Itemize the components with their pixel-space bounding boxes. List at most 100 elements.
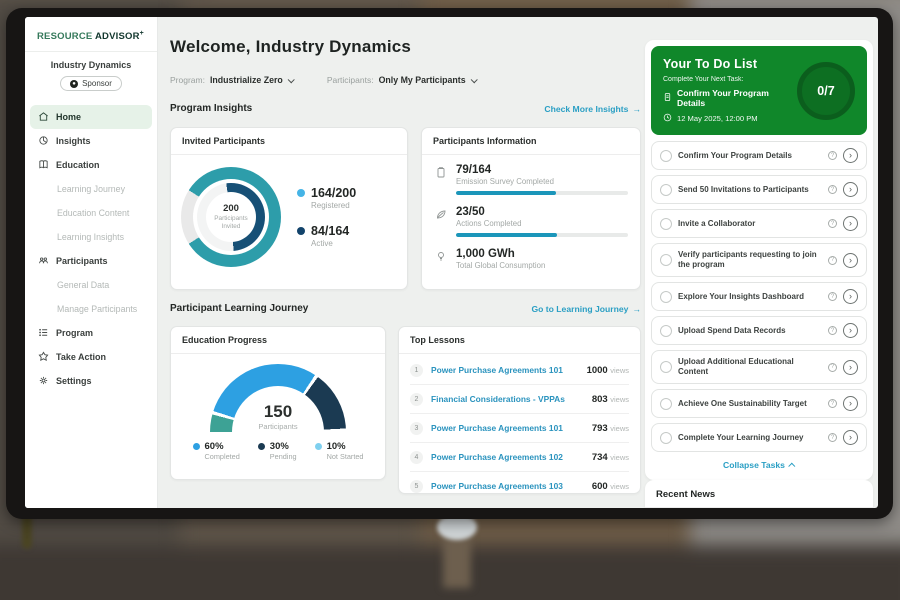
chevron-right-icon[interactable]: › bbox=[843, 148, 858, 163]
sidebar-item-take-action[interactable]: Take Action bbox=[30, 345, 152, 369]
info-icon[interactable]: ? bbox=[828, 256, 837, 265]
task-complete-learning-journey[interactable]: Complete Your Learning Journey ? › bbox=[651, 423, 867, 452]
lesson-link[interactable]: Power Purchase Agreements 101 bbox=[431, 365, 579, 375]
chevron-right-icon[interactable]: › bbox=[843, 360, 858, 375]
participants-dropdown[interactable]: Participants: Only My Participants bbox=[327, 75, 476, 85]
sidebar-item-education[interactable]: Education bbox=[30, 153, 152, 177]
collapse-tasks-link[interactable]: Collapse Tasks bbox=[651, 452, 867, 474]
task-label: Verify participants requesting to join t… bbox=[678, 250, 822, 270]
lesson-row: 5 Power Purchase Agreements 103 600 view… bbox=[410, 472, 629, 500]
legend-item-registered: 164/200 Registered bbox=[297, 186, 356, 210]
legend-value: 10% bbox=[327, 441, 364, 452]
arrow-right-icon: → bbox=[632, 104, 641, 114]
info-icon[interactable]: ? bbox=[828, 185, 837, 194]
lesson-row: 4 Power Purchase Agreements 102 734 view… bbox=[410, 443, 629, 472]
task-checkbox[interactable] bbox=[660, 254, 672, 266]
gauge-value: 150 bbox=[258, 402, 297, 422]
todo-panel: Your To Do List Complete Your Next Task:… bbox=[645, 40, 873, 480]
task-verify-participants[interactable]: Verify participants requesting to join t… bbox=[651, 243, 867, 277]
card-title: Participants Information bbox=[422, 128, 640, 155]
info-label: Emission Survey Completed bbox=[456, 177, 628, 186]
task-checkbox[interactable] bbox=[660, 432, 672, 444]
info-row-consumption: 1,000 GWh Total Global Consumption bbox=[434, 248, 628, 270]
legend-value: 84/164 bbox=[311, 224, 349, 238]
chevron-right-icon[interactable]: › bbox=[843, 289, 858, 304]
task-checkbox[interactable] bbox=[660, 325, 672, 337]
info-icon[interactable]: ? bbox=[828, 399, 837, 408]
task-confirm-program-details[interactable]: Confirm Your Program Details ? › bbox=[651, 141, 867, 170]
sidebar-item-label: Learning Journey bbox=[57, 184, 125, 194]
chevron-right-icon[interactable]: › bbox=[843, 323, 858, 338]
lesson-link[interactable]: Power Purchase Agreements 101 bbox=[431, 423, 584, 433]
info-icon[interactable]: ? bbox=[828, 151, 837, 160]
plant-leaf bbox=[22, 515, 32, 549]
invited-donut-wrap: 200 Participants Invited 164/200 Registe… bbox=[171, 155, 407, 279]
info-icon[interactable]: ? bbox=[828, 326, 837, 335]
legend-label: Active bbox=[311, 239, 349, 248]
lesson-link[interactable]: Financial Considerations - VPPAs bbox=[431, 394, 584, 404]
sidebar-item-label: Education Content bbox=[57, 208, 129, 218]
sidebar-item-label: Learning Insights bbox=[57, 232, 124, 242]
task-explore-insights[interactable]: Explore Your Insights Dashboard ? › bbox=[651, 282, 867, 311]
check-more-insights-link[interactable]: Check More Insights → bbox=[544, 104, 641, 114]
legend-value: 164/200 bbox=[311, 186, 356, 200]
lesson-link[interactable]: Power Purchase Agreements 102 bbox=[431, 452, 584, 462]
chevron-right-icon[interactable]: › bbox=[843, 253, 858, 268]
program-list-icon bbox=[38, 327, 49, 340]
task-checkbox[interactable] bbox=[660, 184, 672, 196]
chevron-right-icon[interactable]: › bbox=[843, 216, 858, 231]
sidebar-item-insights[interactable]: Insights bbox=[30, 129, 152, 153]
learning-journey-header: Participant Learning Journey Go to Learn… bbox=[170, 303, 641, 314]
todo-progress-ring: 0/7 bbox=[797, 62, 855, 120]
info-icon[interactable]: ? bbox=[828, 219, 837, 228]
home-icon bbox=[38, 111, 49, 124]
task-checkbox[interactable] bbox=[660, 291, 672, 303]
sidebar-item-home[interactable]: Home bbox=[30, 105, 152, 129]
lesson-views: 734 bbox=[592, 452, 608, 463]
sidebar-item-general-data[interactable]: General Data bbox=[30, 273, 152, 297]
lesson-rank: 1 bbox=[410, 364, 423, 377]
info-icon[interactable]: ? bbox=[828, 363, 837, 372]
link-label: Go to Learning Journey bbox=[531, 304, 628, 314]
lesson-rank: 2 bbox=[410, 393, 423, 406]
lesson-row: 2 Financial Considerations - VPPAs 803 v… bbox=[410, 385, 629, 414]
brand-primary: RESOURCE bbox=[37, 31, 92, 42]
card-title: Invited Participants bbox=[171, 128, 407, 155]
task-checkbox[interactable] bbox=[660, 361, 672, 373]
todo-header-card: Your To Do List Complete Your Next Task:… bbox=[651, 46, 867, 135]
task-upload-spend-data[interactable]: Upload Spend Data Records ? › bbox=[651, 316, 867, 345]
info-icon[interactable]: ? bbox=[828, 292, 837, 301]
chevron-right-icon[interactable]: › bbox=[843, 396, 858, 411]
task-checkbox[interactable] bbox=[660, 398, 672, 410]
chevron-right-icon[interactable]: › bbox=[843, 182, 858, 197]
sidebar-item-manage-participants[interactable]: Manage Participants bbox=[30, 297, 152, 321]
chevron-up-icon bbox=[788, 462, 795, 469]
sidebar-item-participants[interactable]: Participants bbox=[30, 249, 152, 273]
card-title: Education Progress bbox=[171, 327, 385, 354]
go-to-learning-journey-link[interactable]: Go to Learning Journey → bbox=[531, 304, 641, 314]
task-achieve-sustainability-target[interactable]: Achieve One Sustainability Target ? › bbox=[651, 389, 867, 418]
sidebar-item-label: Program bbox=[56, 328, 93, 338]
sidebar-item-settings[interactable]: Settings bbox=[30, 369, 152, 393]
org-name: Industry Dynamics bbox=[31, 60, 151, 70]
task-checkbox[interactable] bbox=[660, 150, 672, 162]
sidebar-item-learning-insights[interactable]: Learning Insights bbox=[30, 225, 152, 249]
task-label: Explore Your Insights Dashboard bbox=[678, 292, 822, 302]
task-checkbox[interactable] bbox=[660, 218, 672, 230]
info-icon[interactable]: ? bbox=[828, 433, 837, 442]
collapse-label: Collapse Tasks bbox=[723, 460, 785, 470]
sidebar-item-program[interactable]: Program bbox=[30, 321, 152, 345]
task-invite-collaborator[interactable]: Invite a Collaborator ? › bbox=[651, 209, 867, 238]
program-dropdown[interactable]: Program: Industrialize Zero bbox=[170, 75, 293, 85]
gear-icon bbox=[38, 375, 49, 388]
program-value: Industrialize Zero bbox=[210, 75, 283, 85]
sponsor-badge[interactable]: ● Sponsor bbox=[60, 76, 122, 91]
task-send-invitations[interactable]: Send 50 Invitations to Participants ? › bbox=[651, 175, 867, 204]
task-upload-educational-content[interactable]: Upload Additional Educational Content ? … bbox=[651, 350, 867, 384]
sidebar-item-learning-journey[interactable]: Learning Journey bbox=[30, 177, 152, 201]
sidebar-item-education-content[interactable]: Education Content bbox=[30, 201, 152, 225]
chevron-right-icon[interactable]: › bbox=[843, 430, 858, 445]
lesson-link[interactable]: Power Purchase Agreements 103 bbox=[431, 481, 584, 491]
page-title: Welcome, Industry Dynamics bbox=[170, 37, 411, 57]
task-label: Upload Additional Educational Content bbox=[678, 357, 822, 377]
